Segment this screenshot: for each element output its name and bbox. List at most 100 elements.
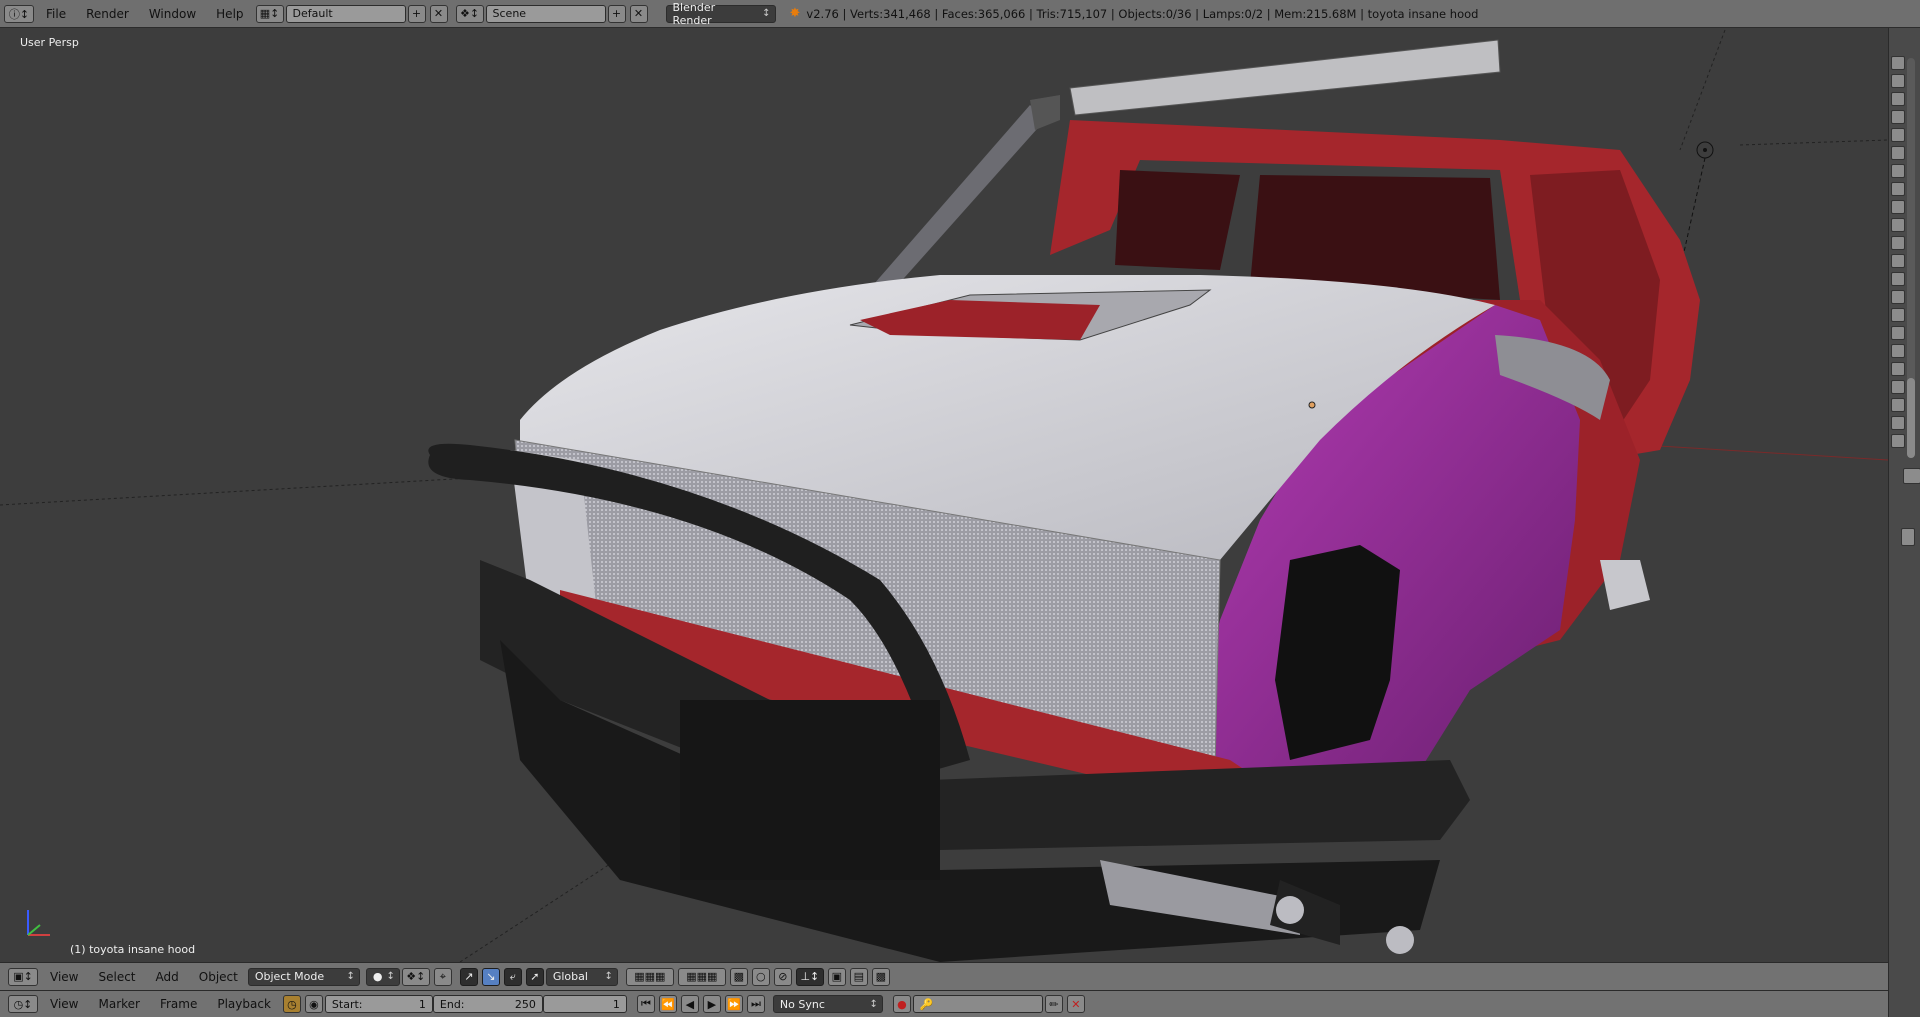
scene-field[interactable]: Scene xyxy=(485,4,606,23)
lock-time-cursor-icon[interactable]: ◉ xyxy=(304,995,323,1013)
visibility-icon[interactable] xyxy=(1891,272,1905,286)
menu-select[interactable]: Select xyxy=(88,970,145,984)
proportional-edit-icon[interactable]: ○ xyxy=(751,967,770,986)
editor-type-info-icon[interactable]: ⓘ↕ xyxy=(4,4,34,23)
sync-mode-select[interactable]: No Sync xyxy=(772,995,883,1013)
visibility-icon[interactable] xyxy=(1891,416,1905,430)
screen-layout-icon[interactable]: ▦↕ xyxy=(255,4,284,23)
3d-view-header: ▣↕ View Select Add Object Object Mode ● … xyxy=(0,962,1888,990)
start-frame-field[interactable]: Start: 1 xyxy=(324,995,433,1013)
record-icon[interactable]: ● xyxy=(892,995,911,1013)
transform-orientation-select[interactable]: Global xyxy=(545,967,618,986)
outliner-scroll-thumb[interactable] xyxy=(1907,378,1915,458)
visibility-icon[interactable] xyxy=(1891,236,1905,250)
visibility-icon[interactable] xyxy=(1891,182,1905,196)
delete-keyframe-icon[interactable]: ✕ xyxy=(1066,995,1085,1013)
preview-range-icon[interactable]: ◷ xyxy=(282,995,301,1013)
grid-line xyxy=(1739,139,1888,146)
screen-layout-field[interactable]: Default xyxy=(285,4,406,23)
translate-manipulator-icon[interactable]: ↗ xyxy=(459,967,478,986)
render-preview-icon[interactable]: ▣ xyxy=(827,967,846,986)
visibility-icon[interactable] xyxy=(1891,380,1905,394)
view-perspective-label: User Persp xyxy=(20,36,79,49)
layers-grid-icon[interactable]: ▦▦▦ xyxy=(625,967,674,986)
timeline-menu-playback[interactable]: Playback xyxy=(207,997,281,1011)
scene-statistics: v2.76 | Verts:341,468 | Faces:365,066 | … xyxy=(806,6,1479,21)
visibility-icon[interactable] xyxy=(1891,218,1905,232)
scene-icon[interactable]: ❖↕ xyxy=(455,4,484,23)
active-object-label: (1) toyota insane hood xyxy=(70,943,196,956)
end-frame-value: 250 xyxy=(514,997,536,1011)
render-engine-select[interactable]: Blender Render xyxy=(665,1,776,27)
add-scene-icon[interactable]: + xyxy=(607,4,626,23)
opengl-render-icon[interactable]: ▤ xyxy=(849,967,868,986)
timeline-menu-frame[interactable]: Frame xyxy=(150,997,207,1011)
timeline-menu-marker[interactable]: Marker xyxy=(88,997,149,1011)
visibility-icon[interactable] xyxy=(1891,434,1905,448)
layers-grid-icon-2[interactable]: ▦▦▦ xyxy=(677,967,726,986)
pivot-point-icon[interactable]: ❖↕ xyxy=(401,967,430,986)
viewport-shading-select[interactable]: ● xyxy=(365,967,400,986)
scale-manipulator-icon[interactable]: ⤶ xyxy=(503,967,522,986)
visibility-icon[interactable] xyxy=(1891,254,1905,268)
visibility-icon[interactable] xyxy=(1891,344,1905,358)
start-frame-value: 1 xyxy=(418,997,426,1011)
jump-to-keyframe-back-icon[interactable]: ⏪ xyxy=(658,995,677,1013)
menu-object[interactable]: Object xyxy=(189,970,248,984)
visibility-icon[interactable] xyxy=(1891,200,1905,214)
jump-to-end-icon[interactable]: ⏭ xyxy=(746,995,765,1013)
snap-element-icon[interactable]: ⊥↕ xyxy=(795,967,824,986)
layer-lock-icon[interactable]: ▩ xyxy=(729,967,748,986)
visibility-icon[interactable] xyxy=(1891,398,1905,412)
info-header: ⓘ↕ File Render Window Help ▦↕ Default + … xyxy=(0,0,1920,28)
end-frame-field[interactable]: End: 250 xyxy=(432,995,543,1013)
visibility-icon[interactable] xyxy=(1891,56,1905,70)
end-frame-label: End: xyxy=(439,997,465,1011)
timeline-header: ◷↕ View Marker Frame Playback ◷ ◉ Start:… xyxy=(0,990,1888,1017)
menu-help[interactable]: Help xyxy=(206,7,253,21)
editor-type-timeline-icon[interactable]: ◷↕ xyxy=(8,995,38,1013)
editor-type-3d-icon[interactable]: ▣↕ xyxy=(8,967,38,986)
play-reverse-icon[interactable]: ◀ xyxy=(680,995,699,1013)
keying-set-field[interactable]: 🔑 xyxy=(912,995,1043,1013)
visibility-icon[interactable] xyxy=(1891,326,1905,340)
visibility-icon[interactable] xyxy=(1891,110,1905,124)
manipulator-toggle-icon[interactable]: ⌖ xyxy=(433,967,452,986)
remove-screen-icon[interactable]: ✕ xyxy=(429,4,448,23)
jump-to-keyframe-forward-icon[interactable]: ⏩ xyxy=(724,995,743,1013)
visibility-icon[interactable] xyxy=(1891,128,1905,142)
interaction-mode-select[interactable]: Object Mode xyxy=(247,967,360,986)
timeline-menu-view[interactable]: View xyxy=(40,997,88,1011)
menu-render[interactable]: Render xyxy=(76,7,139,21)
object-origin xyxy=(1308,401,1316,409)
menu-file[interactable]: File xyxy=(36,7,76,21)
insert-keyframe-icon[interactable]: ✏ xyxy=(1044,995,1063,1013)
visibility-icon[interactable] xyxy=(1891,308,1905,322)
viewport-scene xyxy=(0,29,1888,962)
visibility-icon[interactable] xyxy=(1891,164,1905,178)
visibility-icon[interactable] xyxy=(1891,362,1905,376)
properties-menu-icon[interactable] xyxy=(1901,528,1915,546)
visibility-icon[interactable] xyxy=(1891,290,1905,304)
opengl-render-anim-icon[interactable]: ▩ xyxy=(871,967,890,986)
current-frame-field[interactable]: 1 xyxy=(542,995,627,1013)
add-screen-icon[interactable]: + xyxy=(407,4,426,23)
properties-editor-icon[interactable] xyxy=(1903,468,1920,484)
play-icon[interactable]: ▶ xyxy=(702,995,721,1013)
rotate-manipulator-icon[interactable]: ↘ xyxy=(481,967,500,986)
jump-to-start-icon[interactable]: ⏮ xyxy=(636,995,655,1013)
scale-manipulator-icon-2[interactable]: ➚ xyxy=(525,967,544,986)
snap-toggle-icon[interactable]: ⊘ xyxy=(773,967,792,986)
visibility-icon[interactable] xyxy=(1891,146,1905,160)
menu-add[interactable]: Add xyxy=(146,970,189,984)
3d-viewport[interactable]: User Persp (1) toyota insane hood xyxy=(0,28,1888,962)
outliner-scrollbar[interactable] xyxy=(1907,58,1915,458)
grid-line xyxy=(1679,29,1726,151)
blender-logo-icon: ✸ xyxy=(789,6,801,21)
menu-view[interactable]: View xyxy=(40,970,88,984)
visibility-icon[interactable] xyxy=(1891,92,1905,106)
remove-scene-icon[interactable]: ✕ xyxy=(629,4,648,23)
menu-window[interactable]: Window xyxy=(139,7,206,21)
visibility-icon[interactable] xyxy=(1891,74,1905,88)
outliner-strip[interactable] xyxy=(1888,28,1920,1017)
